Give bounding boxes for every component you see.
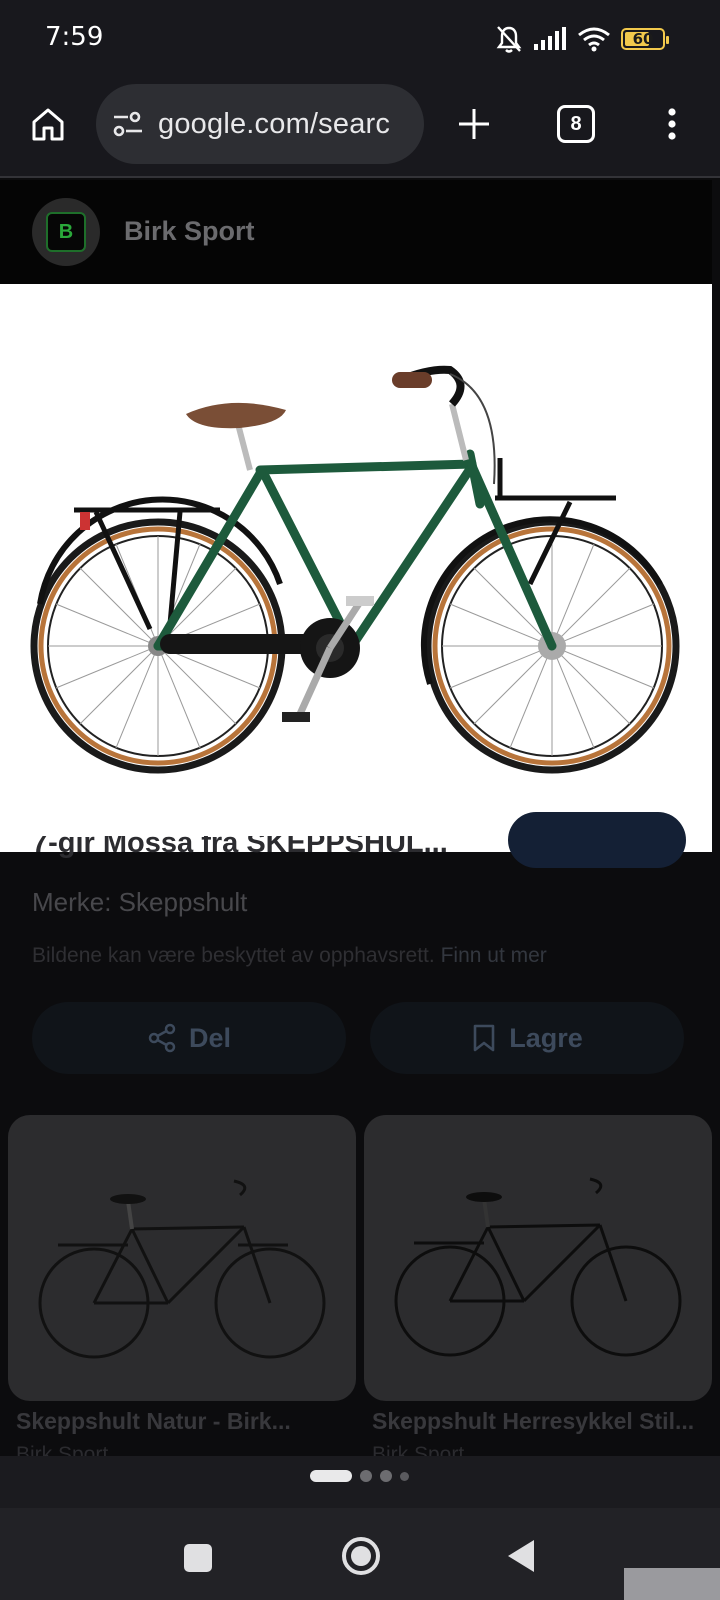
visit-button[interactable]: [508, 812, 686, 868]
related-card-title[interactable]: Skeppshult Natur - Birk...: [16, 1408, 291, 1435]
pager-dot[interactable]: [399, 1471, 409, 1481]
share-label: Del: [188, 1022, 232, 1053]
source-logo: B: [46, 212, 86, 252]
battery-icon: 60: [621, 28, 669, 50]
browser-toolbar: google.com/searc 8: [0, 80, 720, 178]
system-nav-bar: [0, 1508, 720, 1600]
url-text: google.com/searc: [158, 107, 391, 140]
related-card[interactable]: [364, 1115, 712, 1401]
home-nav-button[interactable]: [342, 1537, 380, 1575]
pager-dot-active[interactable]: [309, 1470, 352, 1482]
status-icons: 60: [495, 22, 669, 56]
related-card[interactable]: [8, 1115, 356, 1401]
bike-frame: [153, 449, 557, 651]
status-time: 7:59: [45, 22, 104, 52]
signal-icon: [534, 27, 566, 50]
related-bike-image: [38, 1179, 326, 1359]
copyright-notice: Bildene kan være beskyttet av opphavsret…: [32, 944, 547, 968]
battery-level: 60: [632, 30, 654, 48]
main-product-image[interactable]: [0, 284, 712, 852]
pager-area: [0, 1456, 720, 1508]
bookmark-icon: [473, 1024, 495, 1052]
wifi-icon: [578, 27, 610, 52]
recent-apps-button[interactable]: [184, 1544, 212, 1572]
save-label: Lagre: [509, 1022, 583, 1053]
home-button[interactable]: [26, 102, 70, 146]
back-button[interactable]: [508, 1540, 534, 1572]
related-card-source: Birk Sport: [372, 1444, 465, 1456]
result-brand: Merke: Skeppshult: [32, 887, 248, 917]
related-bike-image: [394, 1177, 682, 1357]
home-icon: [32, 108, 64, 141]
new-tab-button[interactable]: [452, 102, 496, 146]
pager-dot[interactable]: [359, 1470, 372, 1482]
mute-bell-icon: [496, 26, 522, 53]
home-nav-dot: [351, 1546, 371, 1566]
image-pager: [0, 1470, 720, 1482]
green-bicycle-image: [30, 365, 680, 774]
related-card-source: Birk Sport: [16, 1444, 109, 1456]
copyright-text: Bildene kan være beskyttet av opphavsret…: [32, 944, 435, 967]
url-bar[interactable]: google.com/searc: [96, 84, 424, 164]
share-icon: [148, 1023, 176, 1053]
learn-more-link[interactable]: Finn ut mer: [441, 944, 547, 967]
gesture-handle: [624, 1568, 720, 1600]
share-button[interactable]: Del: [32, 1002, 346, 1074]
more-menu-button[interactable]: [654, 102, 690, 146]
source-name: Birk Sport: [124, 216, 255, 246]
result-title[interactable]: 7-gir Mossa fra SKEPPSHUL...: [32, 836, 448, 866]
saddle: [186, 402, 286, 429]
plus-icon: [459, 109, 489, 139]
status-bar: 7:59 60: [0, 0, 720, 80]
source-avatar: B: [32, 198, 100, 266]
source-header[interactable]: B Birk Sport: [0, 180, 712, 284]
save-button[interactable]: Lagre: [370, 1002, 684, 1074]
related-card-title[interactable]: Skeppshult Herresykkel Stil...: [372, 1408, 694, 1435]
tab-switcher-button[interactable]: 8: [557, 105, 595, 143]
pager-dot[interactable]: [379, 1470, 392, 1482]
more-vert-icon: [668, 108, 676, 140]
site-settings-icon[interactable]: [112, 110, 144, 138]
